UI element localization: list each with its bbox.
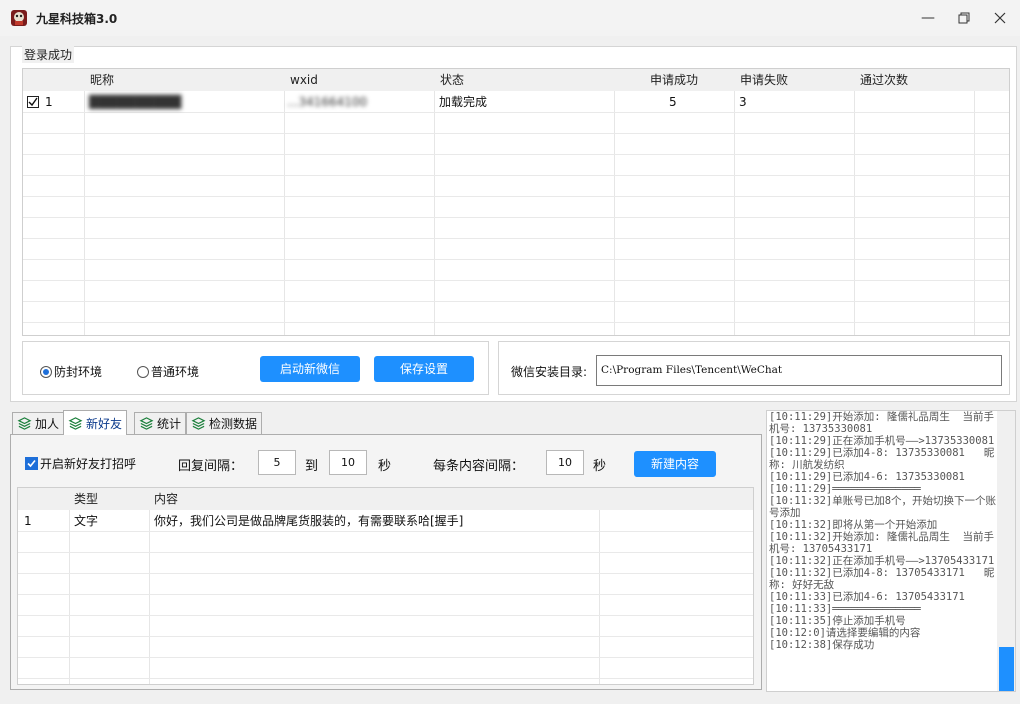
tab-add-person-label: 加人 (35, 417, 60, 431)
tab-new-friend[interactable]: 新好友 (63, 410, 128, 435)
enable-greeting-checkbox-box[interactable] (25, 457, 38, 470)
tab-statistics[interactable]: 统计 (134, 412, 187, 434)
log-panel[interactable]: [10:11:29]开始添加: 隆儒礼品周生 当前手机号: 1373533008… (766, 410, 1016, 692)
table-row[interactable]: 1 ██████████ ...341664100 加载完成 5 3 (23, 92, 1009, 112)
row-nickname: ██████████ (89, 95, 182, 109)
tab-new-friend-label: 新好友 (86, 416, 123, 431)
radio-anti-ban-indicator[interactable] (40, 365, 52, 378)
tab-detect-data-label: 检测数据 (209, 417, 258, 431)
log-text: [10:11:29]开始添加: 隆儒礼品周生 当前手机号: 1373533008… (769, 411, 997, 651)
app-logo-icon (11, 10, 27, 26)
layers-icon (17, 417, 32, 430)
log-scrollbar-thumb[interactable] (999, 647, 1014, 691)
radio-normal[interactable]: 普通环境 (137, 363, 199, 380)
radio-anti-ban[interactable]: 防封环境 (40, 363, 102, 380)
row-checkbox[interactable] (27, 96, 39, 108)
content-table[interactable]: 类型 内容 1 文字 你好，我们公司是做品牌尾货服装的，有需要联系哈[握手] (17, 487, 754, 685)
row-status: 加载完成 (439, 95, 488, 109)
reply-interval-from-input[interactable]: 5 (258, 450, 296, 475)
content-row-text: 你好，我们公司是做品牌尾货服装的，有需要联系哈[握手] (154, 514, 464, 528)
seconds-label-2: 秒 (593, 459, 607, 474)
col-header-success: 申请成功 (650, 73, 699, 87)
close-button[interactable] (986, 6, 1014, 30)
layers-icon (191, 417, 206, 430)
layers-icon (68, 416, 83, 430)
restore-icon (958, 12, 970, 24)
row-fail: 3 (739, 95, 747, 109)
account-table[interactable]: 昵称 wxid 状态 申请成功 申请失败 通过次数 1 ██████████ .… (22, 68, 1010, 336)
install-dir-input[interactable]: C:\Program Files\Tencent\WeChat (596, 355, 1002, 386)
reply-interval-to-input[interactable]: 10 (329, 450, 367, 475)
content-row-index: 1 (24, 514, 32, 528)
col-header-content: 内容 (154, 492, 179, 506)
col-header-passes: 通过次数 (860, 73, 909, 87)
tab-add-person[interactable]: 加人 (12, 412, 65, 434)
new-content-button[interactable]: 新建内容 (634, 451, 716, 477)
enable-greeting-checkbox[interactable]: 开启新好友打招呼 (25, 455, 136, 472)
radio-normal-indicator[interactable] (137, 365, 149, 378)
col-header-fail: 申请失败 (740, 73, 789, 87)
col-header-status: 状态 (440, 73, 465, 87)
content-table-header (18, 488, 753, 510)
seconds-label: 秒 (378, 459, 392, 474)
window-title: 九星科技箱3.0 (36, 12, 118, 26)
install-dir-label: 微信安装目录: (511, 365, 588, 379)
title-bar (0, 0, 1020, 36)
log-scrollbar[interactable] (997, 411, 1015, 691)
radio-normal-label: 普通环境 (151, 365, 200, 379)
tab-detect-data[interactable]: 检测数据 (186, 412, 263, 434)
to-label: 到 (305, 459, 319, 474)
col-header-nickname: 昵称 (90, 73, 115, 87)
radio-anti-ban-label: 防封环境 (54, 365, 103, 379)
content-interval-label: 每条内容间隔： (433, 459, 525, 474)
row-success: 5 (669, 95, 677, 109)
close-icon (994, 12, 1006, 24)
reply-interval-label: 回复间隔： (178, 459, 244, 474)
tab-statistics-label: 统计 (157, 417, 182, 431)
row-wxid: ...341664100 (287, 95, 368, 109)
minimize-icon: — (921, 10, 935, 26)
start-wechat-button[interactable]: 启动新微信 (260, 356, 360, 382)
col-header-type: 类型 (74, 492, 99, 506)
save-settings-button[interactable]: 保存设置 (374, 356, 474, 382)
enable-greeting-label: 开启新好友打招呼 (40, 457, 137, 471)
col-header-wxid: wxid (290, 73, 318, 87)
content-row-type: 文字 (74, 514, 99, 528)
layers-icon (139, 417, 154, 430)
row-index: 1 (45, 95, 53, 109)
minimize-button[interactable]: — (914, 6, 942, 30)
restore-button[interactable] (950, 6, 978, 30)
login-group-legend: 登录成功 (22, 46, 75, 63)
content-interval-input[interactable]: 10 (546, 450, 584, 475)
table-row[interactable]: 1 文字 你好，我们公司是做品牌尾货服装的，有需要联系哈[握手] (18, 511, 753, 531)
